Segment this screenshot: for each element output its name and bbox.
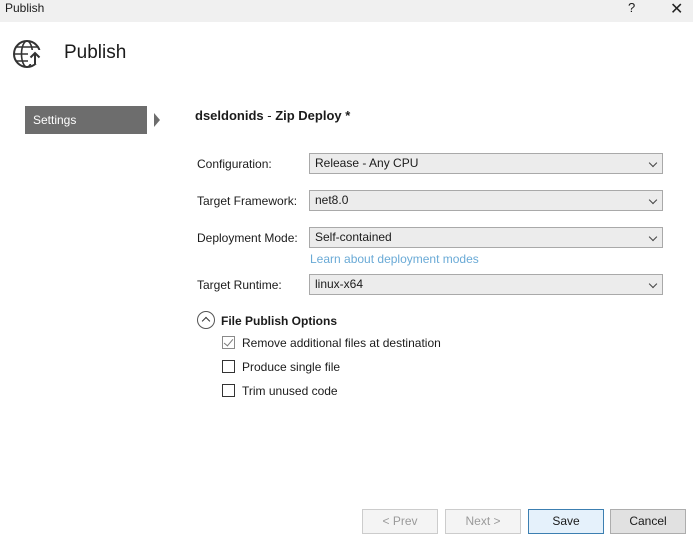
target-framework-select[interactable]: net8.0 [309, 190, 663, 211]
target-runtime-value: linux-x64 [315, 277, 364, 291]
save-button[interactable]: Save [528, 509, 604, 534]
profile-type: Zip Deploy * [275, 108, 351, 123]
file-publish-options-title: File Publish Options [221, 314, 338, 328]
target-runtime-select[interactable]: linux-x64 [309, 274, 663, 295]
deployment-mode-select[interactable]: Self-contained [309, 227, 663, 248]
prev-button[interactable]: < Prev [362, 509, 438, 534]
configuration-value: Release - Any CPU [315, 156, 419, 170]
profile-name: dseldonids [195, 108, 264, 123]
globe-publish-icon [13, 40, 42, 68]
chevron-up-icon [201, 316, 211, 326]
deployment-mode-label: Deployment Mode: [197, 231, 298, 245]
sidebar-item-settings[interactable]: Settings [25, 106, 147, 134]
cancel-button[interactable]: Cancel [610, 509, 686, 534]
title-bar: Publish ? ✕ [0, 0, 693, 22]
sidebar-selected-indicator [154, 113, 160, 127]
chevron-down-icon [648, 158, 658, 168]
deployment-modes-link[interactable]: Learn about deployment modes [310, 252, 479, 266]
target-runtime-label: Target Runtime: [197, 278, 282, 292]
single-file-checkbox[interactable] [222, 360, 235, 373]
remove-files-checkbox[interactable] [222, 336, 235, 349]
trim-code-label: Trim unused code [242, 384, 338, 398]
single-file-label: Produce single file [242, 360, 341, 374]
collapse-section-button[interactable] [197, 311, 215, 329]
chevron-down-icon [648, 279, 658, 289]
close-button[interactable]: ✕ [670, 0, 683, 19]
target-framework-label: Target Framework: [197, 194, 298, 208]
help-button[interactable]: ? [628, 0, 635, 15]
window-title: Publish [5, 1, 45, 15]
deployment-mode-value: Self-contained [315, 230, 392, 244]
configuration-label: Configuration: [197, 157, 272, 171]
chevron-down-icon [648, 195, 658, 205]
configuration-select[interactable]: Release - Any CPU [309, 153, 663, 174]
target-framework-value: net8.0 [315, 193, 349, 207]
trim-code-checkbox[interactable] [222, 384, 235, 397]
page-title: Publish [64, 42, 127, 63]
next-button[interactable]: Next > [445, 509, 521, 534]
remove-files-label: Remove additional files at destination [242, 336, 441, 350]
profile-separator: - [263, 108, 276, 123]
profile-title: dseldonids - Zip Deploy * [195, 108, 350, 123]
chevron-down-icon [648, 232, 658, 242]
checkmark-icon [223, 336, 234, 347]
